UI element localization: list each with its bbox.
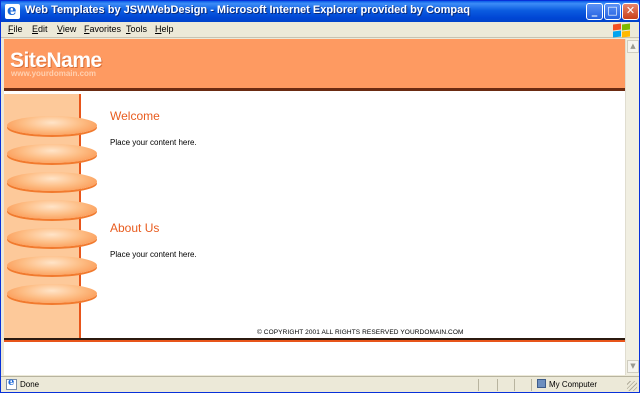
footer-bar bbox=[4, 338, 625, 342]
ie-icon[interactable] bbox=[5, 1, 20, 19]
menu-favorites[interactable]: Favorites bbox=[84, 24, 121, 34]
maximize-button[interactable]: □ bbox=[604, 3, 621, 20]
nav-button[interactable] bbox=[7, 228, 97, 247]
nav-button[interactable] bbox=[7, 284, 97, 303]
zone-text: My Computer bbox=[549, 380, 598, 389]
close-button[interactable]: ✕ bbox=[622, 3, 639, 20]
section-title-about: About Us bbox=[110, 221, 160, 235]
scroll-up-icon[interactable]: ▲ bbox=[627, 40, 639, 53]
title-bar[interactable]: Web Templates by JSWWebDesign - Microsof… bbox=[1, 1, 639, 22]
windows-logo-icon bbox=[612, 23, 630, 38]
menu-tools[interactable]: Tools bbox=[126, 24, 147, 34]
menu-edit[interactable]: Edit bbox=[32, 24, 48, 34]
browser-window: Web Templates by JSWWebDesign - Microsof… bbox=[0, 0, 640, 393]
nav-button[interactable] bbox=[7, 116, 97, 135]
resize-grip[interactable] bbox=[627, 381, 637, 391]
menu-help[interactable]: Help bbox=[155, 24, 174, 34]
minimize-button[interactable]: _ bbox=[586, 3, 603, 20]
status-bar: Done My Computer bbox=[1, 376, 639, 392]
page-status-icon bbox=[6, 377, 17, 390]
menu-bar: File Edit View Favorites Tools Help bbox=[1, 22, 639, 38]
sidebar-nav bbox=[4, 94, 97, 338]
section-text-about: Place your content here. bbox=[110, 250, 197, 259]
site-domain: www.yourdomain.com bbox=[11, 69, 97, 78]
copyright-text: © COPYRIGHT 2001 ALL RIGHTS RESERVED YOU… bbox=[257, 329, 464, 336]
section-title-welcome: Welcome bbox=[110, 109, 160, 123]
menu-file[interactable]: File bbox=[8, 24, 23, 34]
status-text: Done bbox=[20, 380, 40, 389]
computer-icon bbox=[537, 379, 546, 388]
vertical-scrollbar[interactable]: ▲ ▼ bbox=[625, 39, 639, 375]
window-title: Web Templates by JSWWebDesign - Microsof… bbox=[25, 4, 470, 16]
nav-button[interactable] bbox=[7, 256, 97, 275]
page-viewport[interactable]: SiteName www.yourdomain.com Welcome Plac… bbox=[4, 39, 625, 375]
scroll-down-icon[interactable]: ▼ bbox=[627, 360, 639, 373]
nav-button[interactable] bbox=[7, 144, 97, 163]
section-text-welcome: Place your content here. bbox=[110, 138, 197, 147]
nav-button[interactable] bbox=[7, 172, 97, 191]
menu-view[interactable]: View bbox=[57, 24, 76, 34]
site-header: SiteName www.yourdomain.com bbox=[4, 39, 625, 91]
nav-button[interactable] bbox=[7, 200, 97, 219]
